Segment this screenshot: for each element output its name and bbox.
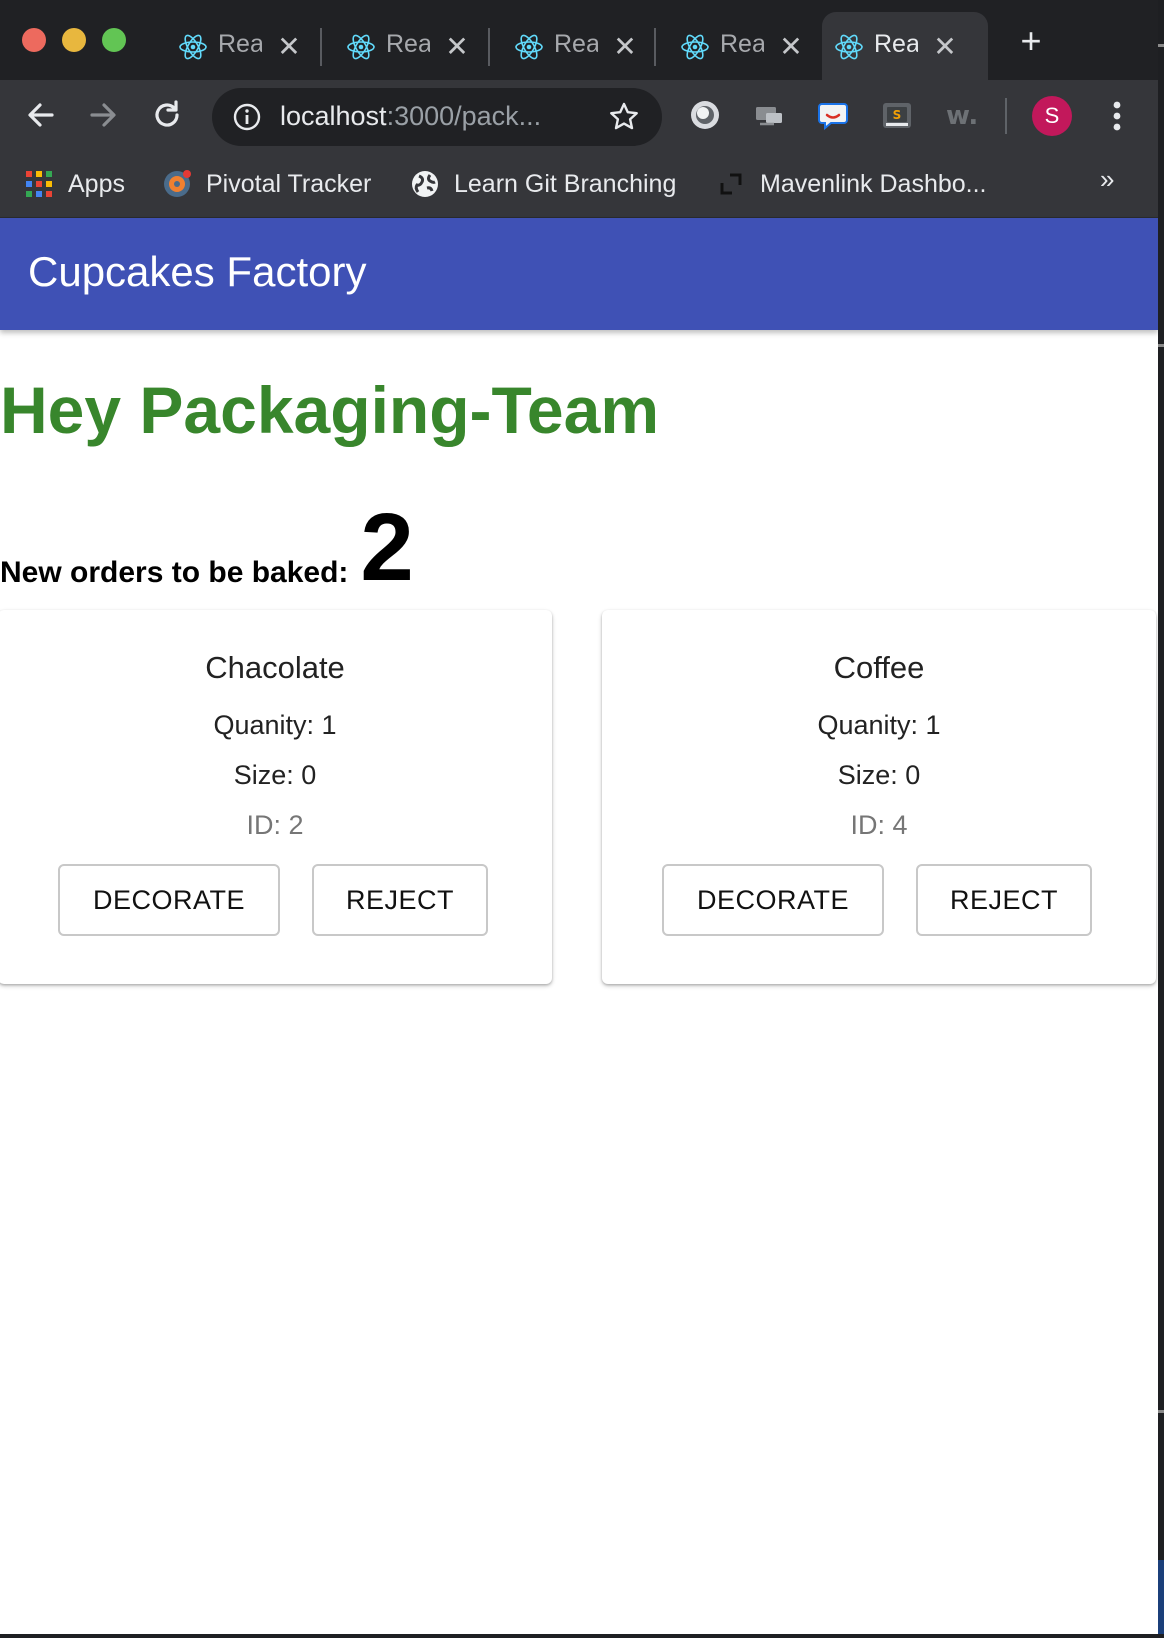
decorate-button[interactable]: DECORATE xyxy=(662,864,884,936)
browser-toolbar: localhost:3000/pack... S w. S xyxy=(0,80,1160,150)
orders-label: New orders to be baked: xyxy=(0,556,349,589)
tab-close-icon[interactable]: ✕ xyxy=(610,32,640,62)
edge-mark xyxy=(1158,1410,1164,1413)
decorate-button[interactable]: DECORATE xyxy=(58,864,280,936)
tab-divider xyxy=(488,28,490,66)
order-size: Size: 0 xyxy=(837,760,921,790)
app-title: Cupcakes Factory xyxy=(28,248,367,295)
tab-title: Rea xyxy=(218,30,262,58)
browser-window: Rea ✕ Rea ✕ Rea ✕ Rea ✕ Rea ✕ + localhos… xyxy=(0,0,1164,1638)
order-quantity: Quanity: 1 xyxy=(213,710,337,740)
info-icon[interactable] xyxy=(232,102,262,132)
profile-avatar[interactable]: S xyxy=(1032,96,1072,136)
order-id: ID: 2 xyxy=(246,810,304,840)
address-bar[interactable]: localhost:3000/pack... xyxy=(212,88,662,146)
window-bottom-edge xyxy=(0,1634,1164,1638)
edge-mark xyxy=(1158,344,1164,347)
app-bar: Cupcakes Factory xyxy=(0,218,1158,330)
bookmark-label: Pivotal Tracker xyxy=(206,169,372,198)
maximize-window-button[interactable] xyxy=(102,28,126,52)
browser-tab[interactable]: Rea ✕ xyxy=(502,12,668,80)
react-icon xyxy=(681,34,709,60)
tab-close-icon[interactable]: ✕ xyxy=(776,32,806,62)
browser-tab[interactable]: Rea ✕ xyxy=(334,12,500,80)
tab-title: Rea xyxy=(720,30,764,58)
chat-extension-icon[interactable] xyxy=(816,98,850,132)
tab-title: Rea xyxy=(874,30,918,58)
bookmark-star-icon[interactable] xyxy=(607,100,641,134)
pivotal-tracker-icon xyxy=(164,170,191,197)
apps-grid-icon xyxy=(26,171,52,197)
minimize-window-button[interactable] xyxy=(62,28,86,52)
browser-tab-active[interactable]: Rea ✕ xyxy=(822,12,988,80)
edge-background xyxy=(1158,1560,1164,1638)
more-options-icon[interactable] xyxy=(1100,96,1134,136)
order-card: Chacolate Quanity: 1 Size: 0 ID: 2 DECOR… xyxy=(0,610,552,984)
tab-title: Rea xyxy=(386,30,430,58)
bookmark-label: Learn Git Branching xyxy=(454,169,677,198)
browser-tab[interactable]: Rea ✕ xyxy=(668,12,834,80)
react-icon xyxy=(835,34,863,60)
tab-divider xyxy=(654,28,656,66)
page-greeting: Hey Packaging-Team xyxy=(0,373,660,447)
toolbar-divider xyxy=(1005,98,1007,134)
bookmarks-bar: Apps Pivotal Tracker Learn Git Branching… xyxy=(0,150,1160,218)
order-quantity: Quanity: 1 xyxy=(817,710,941,740)
bookmark-learn-git-branching[interactable]: Learn Git Branching xyxy=(410,164,676,204)
orders-count: 2 xyxy=(360,494,414,601)
globe-icon xyxy=(412,171,438,197)
bookmark-label: Apps xyxy=(68,169,125,198)
mavenlink-icon xyxy=(720,173,742,195)
bookmark-pivotal-tracker[interactable]: Pivotal Tracker xyxy=(162,164,371,204)
tab-divider xyxy=(320,28,322,66)
tab-title: Rea xyxy=(554,30,598,58)
tab-close-icon[interactable]: ✕ xyxy=(930,32,960,62)
bookmark-mavenlink[interactable]: Mavenlink Dashbo... xyxy=(716,164,987,204)
react-icon xyxy=(515,34,543,60)
url-host: localhost xyxy=(280,101,387,131)
tab-strip: Rea ✕ Rea ✕ Rea ✕ Rea ✕ Rea ✕ + xyxy=(0,0,1160,80)
order-flavor: Coffee xyxy=(833,650,925,685)
w-extension-icon[interactable]: w. xyxy=(944,98,978,132)
tab-close-icon[interactable]: ✕ xyxy=(274,32,304,62)
bookmarks-overflow-button[interactable]: » xyxy=(1100,164,1114,195)
edge-mark xyxy=(1158,44,1164,47)
screen-recorder-icon[interactable] xyxy=(688,98,722,132)
forward-arrow-icon[interactable] xyxy=(84,96,122,134)
order-size: Size: 0 xyxy=(233,760,317,790)
url-text: localhost:3000/pack... xyxy=(280,101,541,132)
react-icon xyxy=(347,34,375,60)
reload-icon[interactable] xyxy=(148,96,186,134)
order-id: ID: 4 xyxy=(850,810,908,840)
order-flavor: Chacolate xyxy=(205,650,345,685)
orders-summary: New orders to be baked: 2 xyxy=(0,500,414,596)
bookmark-label: Mavenlink Dashbo... xyxy=(760,169,987,198)
reject-button[interactable]: REJECT xyxy=(312,864,488,936)
order-card: Coffee Quanity: 1 Size: 0 ID: 4 DECORATE… xyxy=(602,610,1156,984)
tab-close-icon[interactable]: ✕ xyxy=(442,32,472,62)
reject-button[interactable]: REJECT xyxy=(916,864,1092,936)
react-icon xyxy=(179,34,207,60)
svg-text:S: S xyxy=(893,108,902,122)
bookmark-apps[interactable]: Apps xyxy=(24,164,125,204)
sublime-icon[interactable]: S xyxy=(880,98,914,132)
back-arrow-icon[interactable] xyxy=(22,96,60,134)
new-tab-button[interactable]: + xyxy=(1016,23,1046,59)
cast-icon[interactable] xyxy=(752,98,786,132)
browser-tab[interactable]: Rea ✕ xyxy=(166,12,332,80)
svg-text:w.: w. xyxy=(946,101,978,131)
url-path: :3000/pack... xyxy=(386,101,542,131)
close-window-button[interactable] xyxy=(22,28,46,52)
window-edge xyxy=(1158,0,1164,1638)
